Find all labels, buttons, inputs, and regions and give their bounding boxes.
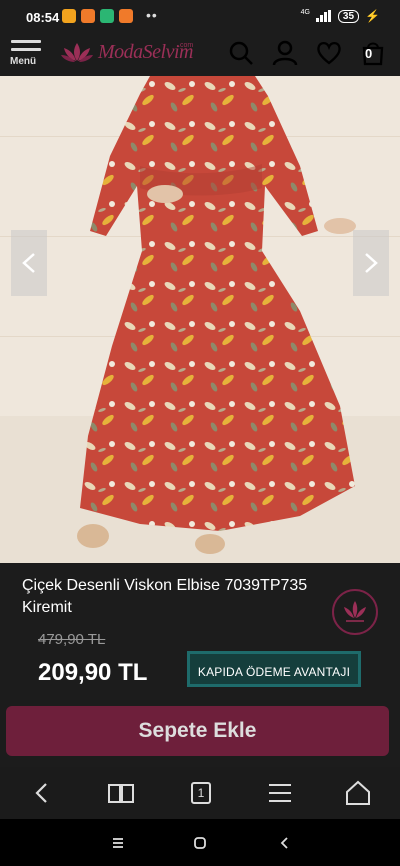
signal-icon bbox=[315, 10, 332, 22]
charging-icon: ⚡ bbox=[365, 9, 380, 23]
back-icon[interactable] bbox=[28, 779, 56, 807]
hamburger-icon bbox=[11, 40, 41, 56]
gallery-prev-button[interactable] bbox=[11, 230, 47, 296]
brand-badge-icon bbox=[332, 589, 378, 635]
search-icon[interactable] bbox=[228, 40, 254, 66]
site-header: Menü ModaSelvim .com 0 bbox=[0, 34, 400, 76]
system-navigation-bar bbox=[0, 819, 400, 866]
favorites-heart-icon[interactable] bbox=[316, 40, 342, 66]
current-price: 209,90 TL bbox=[38, 659, 148, 686]
notification-icons bbox=[62, 9, 133, 23]
menu-label: Menü bbox=[10, 56, 37, 67]
dress-model-illustration bbox=[77, 76, 356, 554]
product-title: Çiçek Desenli Viskon Elbise 7039TP735 Ki… bbox=[22, 577, 308, 616]
message-notification-icon bbox=[62, 9, 76, 23]
system-home-icon[interactable] bbox=[190, 833, 210, 853]
lotus-logo-icon bbox=[61, 43, 93, 62]
product-info: Çiçek Desenli Viskon Elbise 7039TP735 Ki… bbox=[0, 563, 400, 695]
product-image[interactable] bbox=[0, 76, 400, 563]
old-price: 479,90 TL bbox=[38, 631, 106, 648]
tabs-button[interactable]: 1 bbox=[187, 779, 215, 807]
battery-icon: 35 bbox=[337, 9, 360, 23]
browser-menu-icon[interactable] bbox=[266, 779, 294, 807]
bookmarks-book-icon[interactable] bbox=[107, 779, 135, 807]
status-right: 4G 35 ⚡ bbox=[300, 8, 380, 24]
cart-icon[interactable]: 0 bbox=[360, 40, 386, 66]
recent-apps-icon[interactable] bbox=[108, 833, 128, 853]
cash-on-delivery-badge[interactable]: KAPIDA ÖDEME AVANTAJI bbox=[187, 651, 361, 687]
browser-toolbar: 1 bbox=[0, 767, 400, 819]
photo-notification-icon bbox=[119, 9, 133, 23]
logo-suffix: .com bbox=[178, 42, 194, 49]
gallery-next-button[interactable] bbox=[353, 230, 389, 296]
system-back-icon[interactable] bbox=[275, 833, 295, 853]
header-icons: 0 bbox=[228, 40, 386, 66]
gallery-notification-icon bbox=[81, 9, 95, 23]
status-bar: 08:54 •• 4G 35 ⚡ bbox=[0, 0, 400, 34]
network-type: 4G bbox=[300, 8, 310, 16]
menu-button[interactable]: Menü bbox=[8, 36, 44, 72]
status-time: 08:54 bbox=[26, 10, 60, 25]
cart-count: 0 bbox=[365, 46, 373, 61]
account-icon[interactable] bbox=[272, 40, 298, 66]
add-to-cart-bar: Sepete Ekle bbox=[0, 695, 400, 767]
site-logo[interactable]: ModaSelvim .com bbox=[60, 40, 193, 64]
security-notification-icon bbox=[100, 9, 114, 23]
tab-count: 1 bbox=[191, 782, 211, 804]
chevron-left-icon bbox=[22, 253, 35, 273]
home-icon[interactable] bbox=[344, 779, 372, 807]
add-to-cart-button[interactable]: Sepete Ekle bbox=[6, 706, 389, 756]
more-notifications-icon: •• bbox=[146, 7, 158, 23]
chevron-right-icon bbox=[365, 253, 378, 273]
